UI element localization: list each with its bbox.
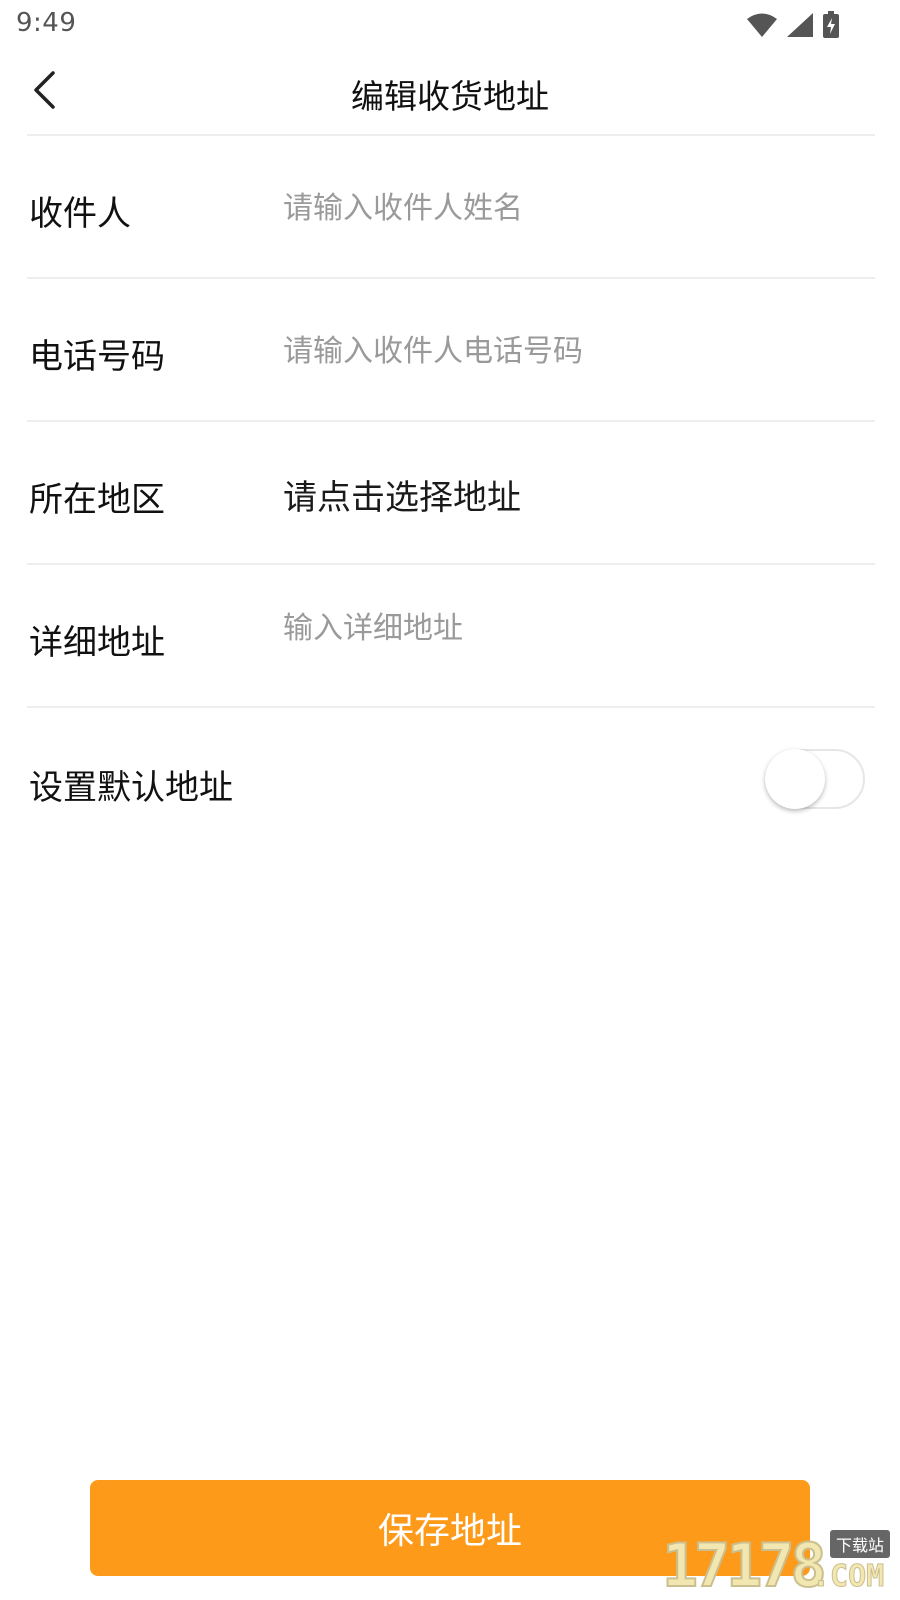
- status-time: 9:49: [16, 8, 77, 38]
- detail-address-input[interactable]: [283, 603, 843, 693]
- region-row: 所在地区 请点击选择地址: [27, 422, 875, 565]
- wifi-icon: [746, 12, 778, 38]
- toggle-knob: [765, 749, 825, 809]
- default-address-label: 设置默认地址: [29, 768, 233, 808]
- region-selector[interactable]: 请点击选择地址: [283, 470, 521, 519]
- status-icons: [746, 10, 840, 40]
- phone-number-input[interactable]: [283, 331, 843, 371]
- status-bar: 9:49: [0, 0, 900, 50]
- detail-address-label: 详细地址: [29, 623, 165, 663]
- header: 编辑收货地址: [0, 50, 900, 136]
- watermark-tag: 下载站: [829, 1530, 890, 1558]
- default-address-row: 设置默认地址: [27, 710, 875, 840]
- phone-row: 电话号码: [27, 279, 875, 422]
- signal-icon: [786, 12, 814, 38]
- recipient-row: 收件人: [27, 136, 875, 279]
- region-label: 所在地区: [29, 480, 165, 520]
- recipient-label: 收件人: [29, 194, 131, 234]
- default-address-toggle[interactable]: [765, 749, 865, 809]
- edit-address-screen: 9:49 编辑收货地址 收件人 请输入收件人姓名 电话号码 请输入收件人电话号码…: [0, 0, 900, 1600]
- phone-label: 电话号码: [29, 337, 165, 377]
- battery-charging-icon: [822, 11, 840, 39]
- page-title: 编辑收货地址: [351, 77, 549, 116]
- detail-address-row: 详细地址: [27, 565, 875, 708]
- recipient-name-input[interactable]: [283, 188, 843, 228]
- watermark-suffix: .COM: [811, 1559, 885, 1595]
- save-address-button[interactable]: 保存地址: [90, 1480, 810, 1576]
